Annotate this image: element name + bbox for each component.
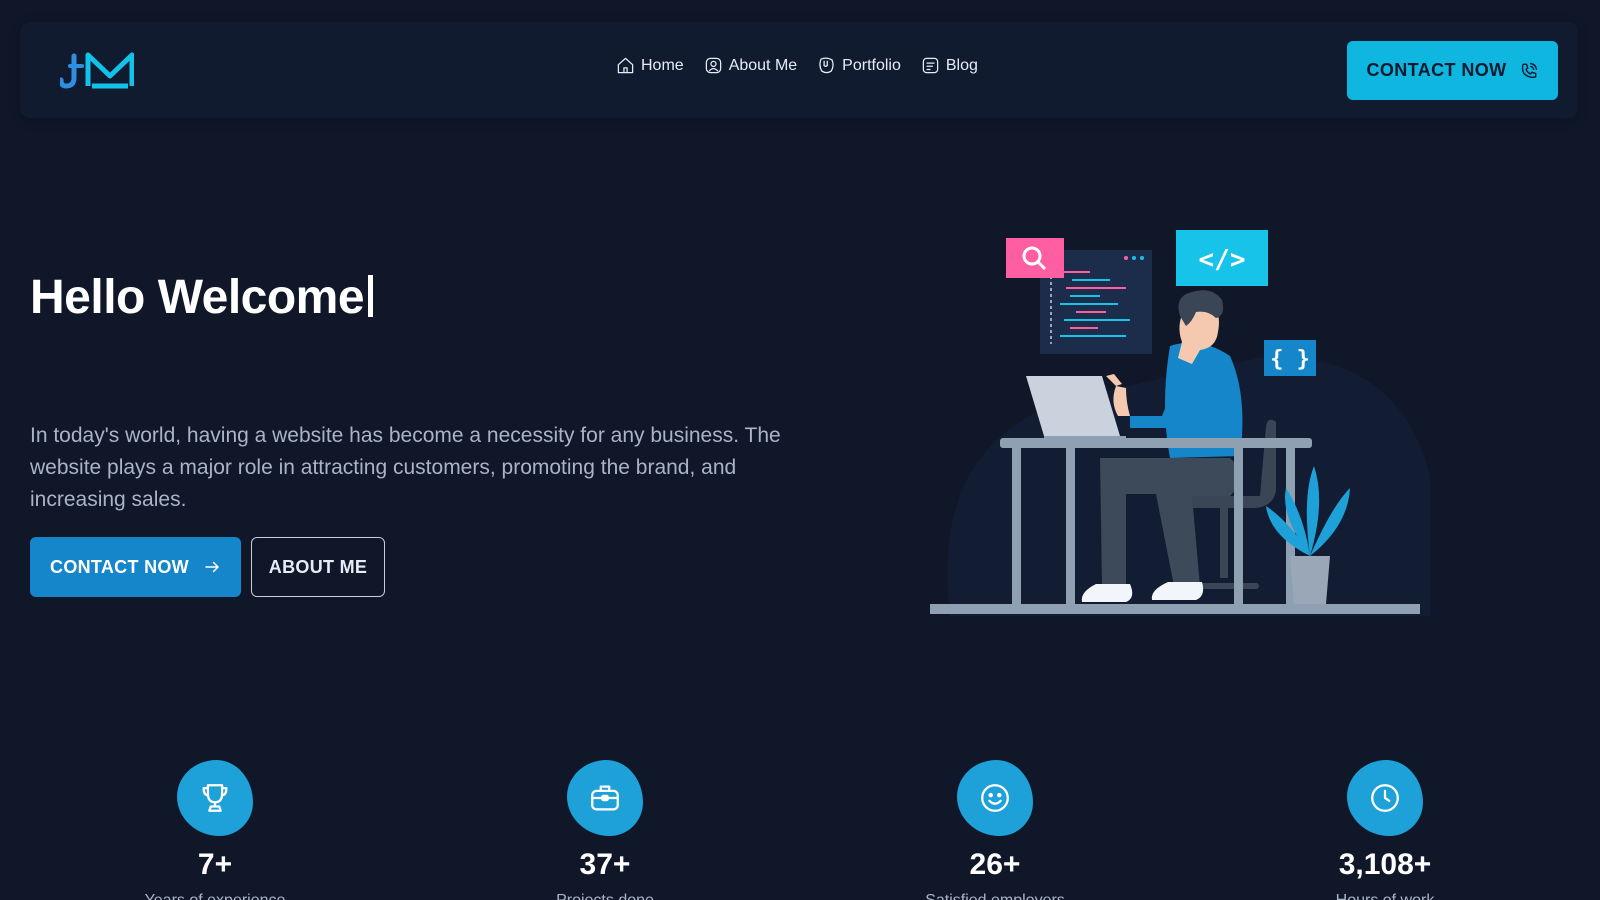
stat-experience: 7+ Years of experience — [95, 760, 335, 900]
trophy-icon — [202, 784, 228, 812]
phone-icon — [1521, 62, 1537, 78]
stat-label: Satisfied employers — [875, 892, 1115, 900]
code-tag-text: </> — [1199, 245, 1246, 275]
main-nav: Home About Me Portfolio Blog — [616, 56, 978, 75]
hero-title: Hello Welcome — [30, 270, 374, 325]
stats-section: 7+ Years of experience 37+ Projects done… — [0, 760, 1600, 900]
nav-blog[interactable]: Blog — [921, 56, 978, 75]
stat-value: 7+ — [197, 848, 233, 881]
stat-hours: 3,108+ Hours of work — [1265, 760, 1505, 900]
portfolio-icon — [819, 57, 834, 74]
clock-icon — [1371, 784, 1399, 812]
arrow-right-icon — [205, 561, 219, 573]
hero-contact-button[interactable]: CONTACT NOW — [30, 537, 241, 597]
header-contact-button[interactable]: CONTACT NOW — [1347, 41, 1558, 100]
typing-caret — [368, 275, 374, 317]
logo[interactable] — [60, 50, 134, 90]
nav-home-label: Home — [641, 56, 684, 74]
developer-illustration: </> { } — [930, 230, 1430, 616]
braces-text: { } — [1270, 347, 1310, 372]
search-panel — [1006, 238, 1064, 278]
nav-about-label: About Me — [728, 56, 798, 74]
header-contact-label: CONTACT NOW — [1366, 60, 1507, 80]
nav-portfolio[interactable]: Portfolio — [817, 56, 901, 75]
stat-value: 3,108+ — [1338, 848, 1432, 881]
stat-label: Hours of work — [1265, 892, 1505, 900]
stat-label: Years of experience — [95, 892, 335, 900]
hero-title-text: Hello Welcome — [30, 271, 365, 324]
stat-icon-bg — [1347, 760, 1423, 836]
stat-value: 37+ — [579, 848, 631, 881]
smile-icon — [981, 784, 1009, 812]
briefcase-icon — [591, 785, 619, 811]
stat-icon-bg — [957, 760, 1033, 836]
nav-blog-label: Blog — [945, 56, 978, 74]
stat-label: Projects done — [485, 892, 725, 900]
hero-about-label: ABOUT ME — [268, 556, 368, 577]
hero-about-button[interactable]: ABOUT ME — [251, 537, 385, 597]
stat-icon-bg — [177, 760, 253, 836]
hero-contact-label: CONTACT NOW — [50, 556, 189, 577]
stat-icon-bg — [567, 760, 643, 836]
user-icon — [705, 57, 721, 74]
blog-icon — [922, 57, 939, 74]
home-icon — [617, 57, 634, 74]
nav-about-me[interactable]: About Me — [704, 56, 797, 75]
stat-value: 26+ — [969, 848, 1021, 881]
top-navigation-bar: Home About Me Portfolio Blog CONTACT NOW — [20, 22, 1578, 118]
nav-portfolio-label: Portfolio — [842, 56, 901, 74]
hero-description: In today's world, having a website has b… — [30, 424, 781, 511]
stat-projects: 37+ Projects done — [485, 760, 725, 900]
nav-home[interactable]: Home — [616, 56, 684, 75]
stat-employers: 26+ Satisfied employers — [875, 760, 1115, 900]
